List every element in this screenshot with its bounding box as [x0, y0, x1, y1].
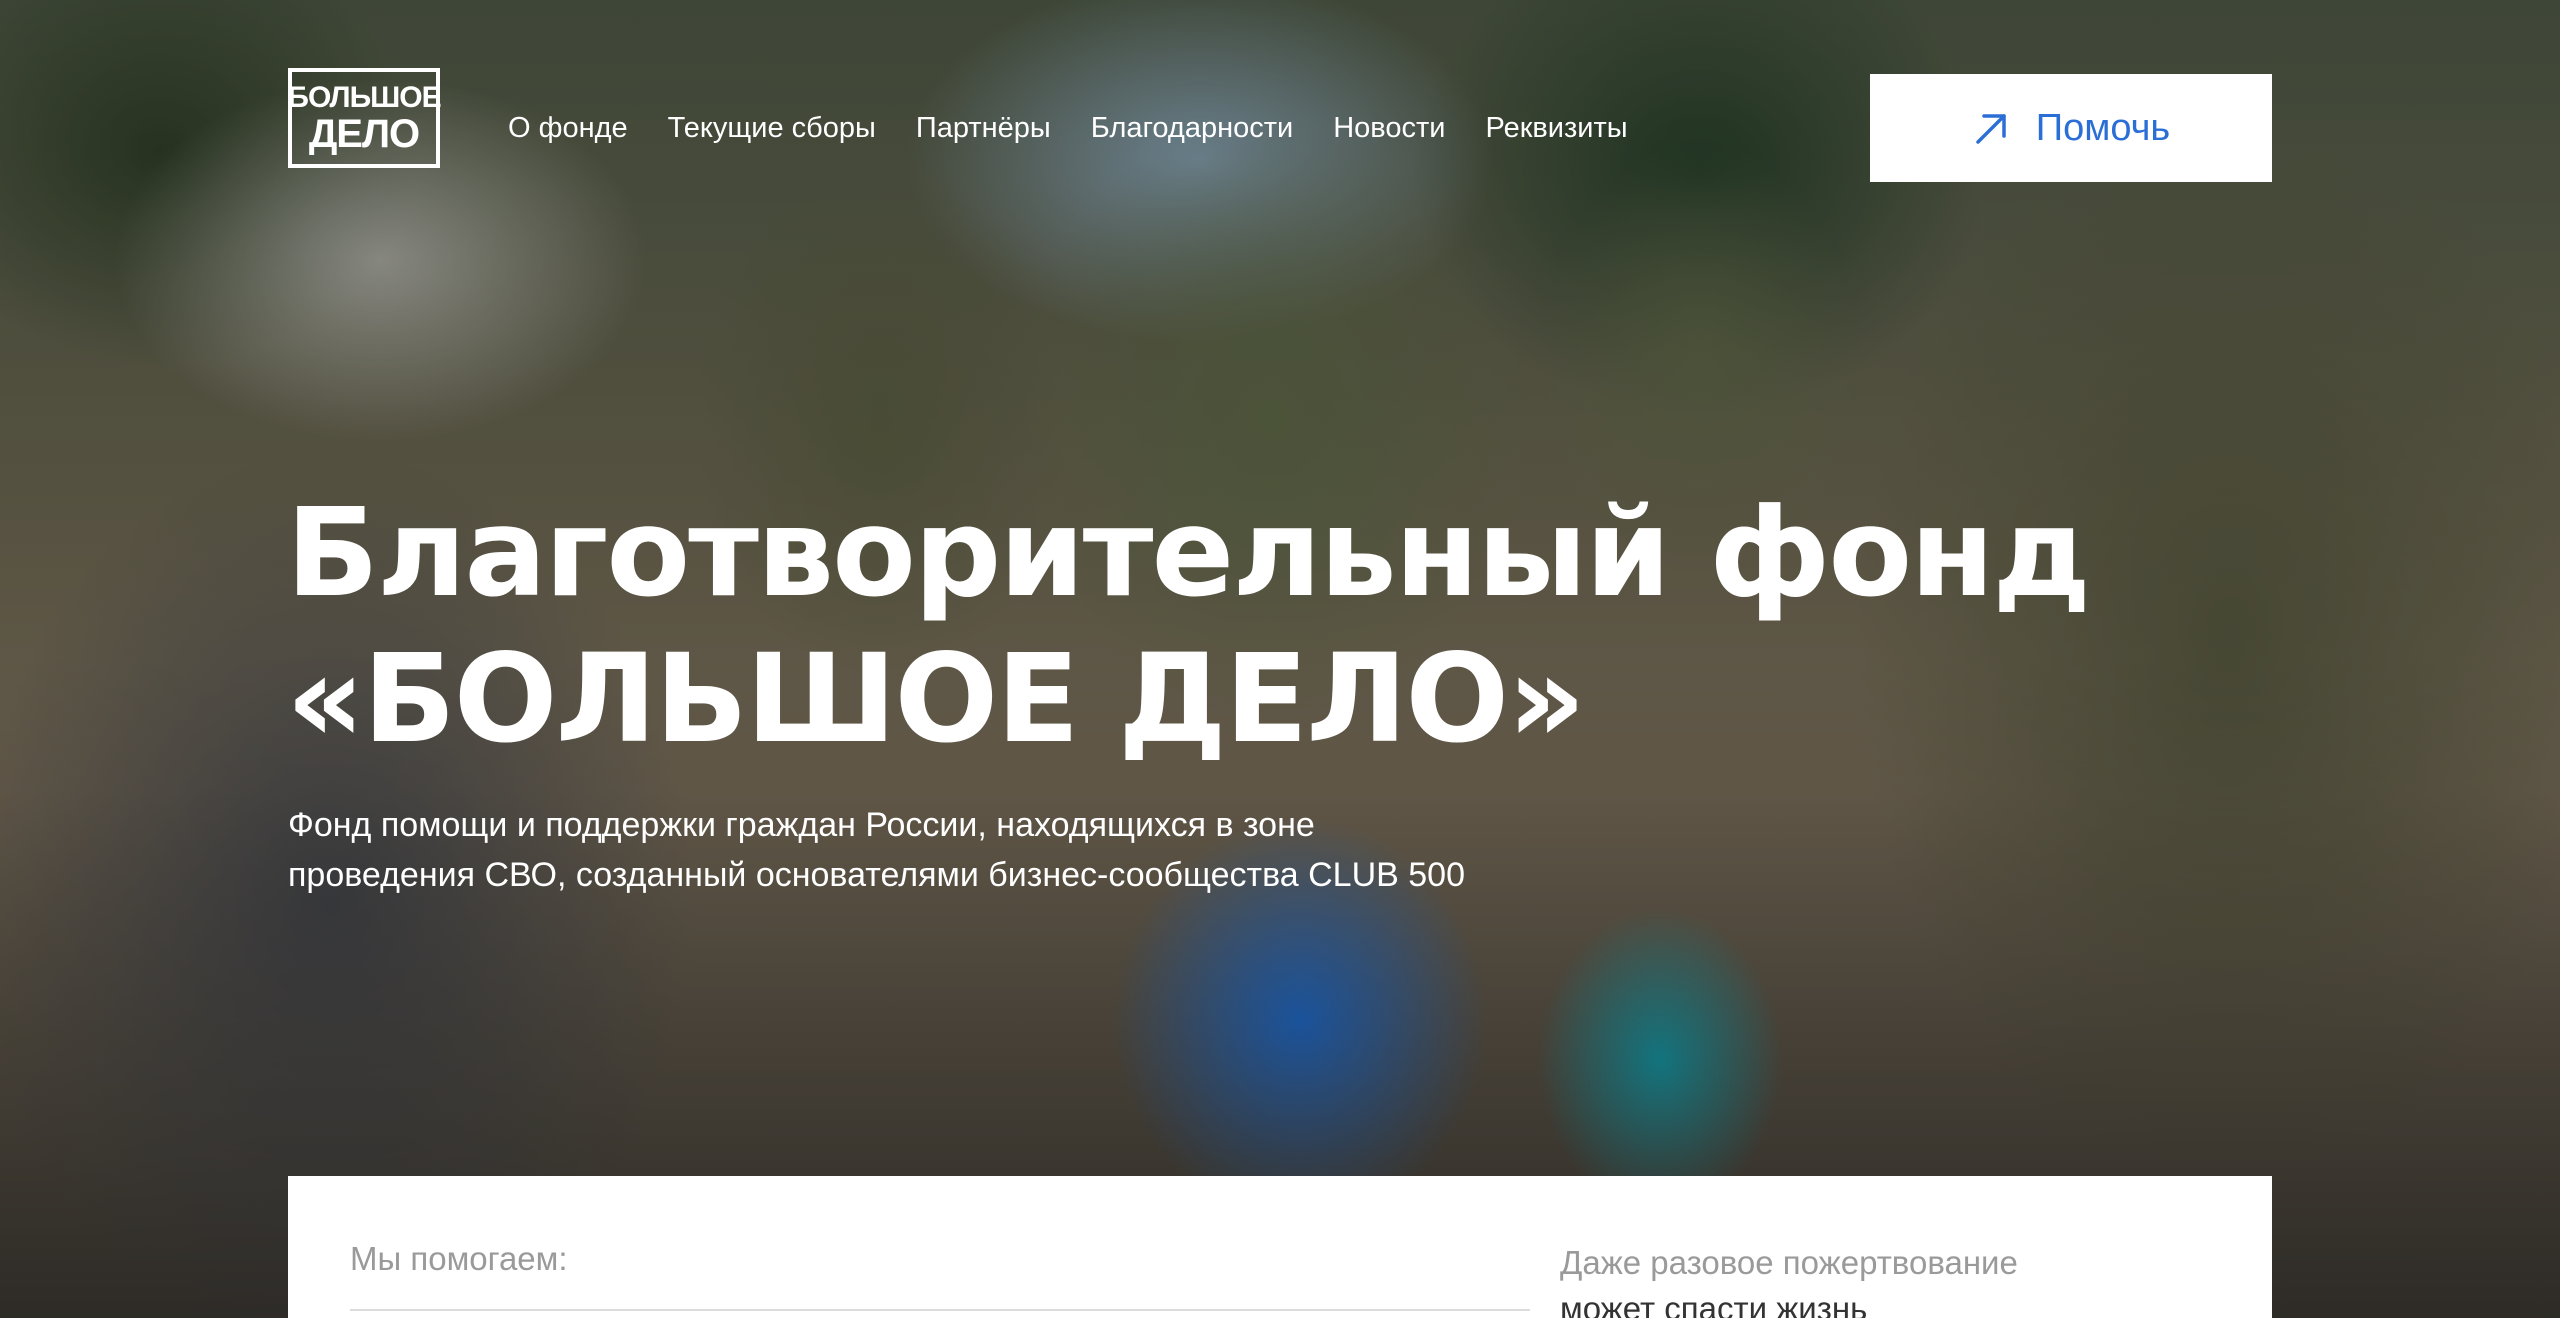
help-button-label: Помочь	[2035, 106, 2171, 149]
nav-item-partners[interactable]: Партнёры	[916, 110, 1051, 146]
card-divider	[350, 1309, 1530, 1311]
main-nav: О фонде Текущие сборы Партнёры Благодарн…	[508, 110, 1668, 146]
nav-item-about[interactable]: О фонде	[508, 110, 628, 146]
logo-line-1: БОЛЬШОЕ	[287, 80, 441, 114]
info-card: Мы помогаем: Даже разовое пожертвование …	[288, 1176, 2272, 1318]
hero-section: БОЛЬШОЕ ДЕЛО О фонде Текущие сборы Партн…	[0, 0, 2560, 1318]
logo-line-2: ДЕЛО	[308, 111, 420, 156]
help-button[interactable]: Помочь	[1870, 74, 2272, 182]
hero-subtitle: Фонд помощи и поддержки граждан России, …	[288, 800, 1688, 900]
donation-text-line-2: может спасти жизнь	[1560, 1290, 1868, 1318]
site-logo[interactable]: БОЛЬШОЕ ДЕЛО	[287, 68, 442, 168]
donation-text-line-1: Даже разовое пожертвование	[1560, 1244, 2018, 1281]
site-header: БОЛЬШОЕ ДЕЛО О фонде Текущие сборы Партн…	[0, 0, 2560, 200]
hero-title: Благотворительный фонд «БОЛЬШОЕ ДЕЛО»	[286, 480, 2091, 772]
hero-title-line-2: «БОЛЬШОЕ ДЕЛО»	[286, 628, 1586, 770]
donation-text: Даже разовое пожертвование может спасти …	[1560, 1240, 2240, 1318]
hero-title-line-1: Благотворительный фонд	[286, 482, 2091, 624]
nav-item-news[interactable]: Новости	[1333, 110, 1445, 146]
nav-item-current-fundraisers[interactable]: Текущие сборы	[668, 110, 876, 146]
hero-subtitle-line-2: проведения СВО, созданный основателями б…	[288, 856, 1466, 894]
arrow-up-right-icon	[1976, 114, 2006, 144]
we-help-label: Мы помогаем:	[350, 1240, 568, 1277]
nav-item-requisites[interactable]: Реквизиты	[1486, 110, 1628, 146]
nav-item-thanks[interactable]: Благодарности	[1091, 110, 1294, 146]
hero-subtitle-line-1: Фонд помощи и поддержки граждан России, …	[288, 806, 1315, 844]
